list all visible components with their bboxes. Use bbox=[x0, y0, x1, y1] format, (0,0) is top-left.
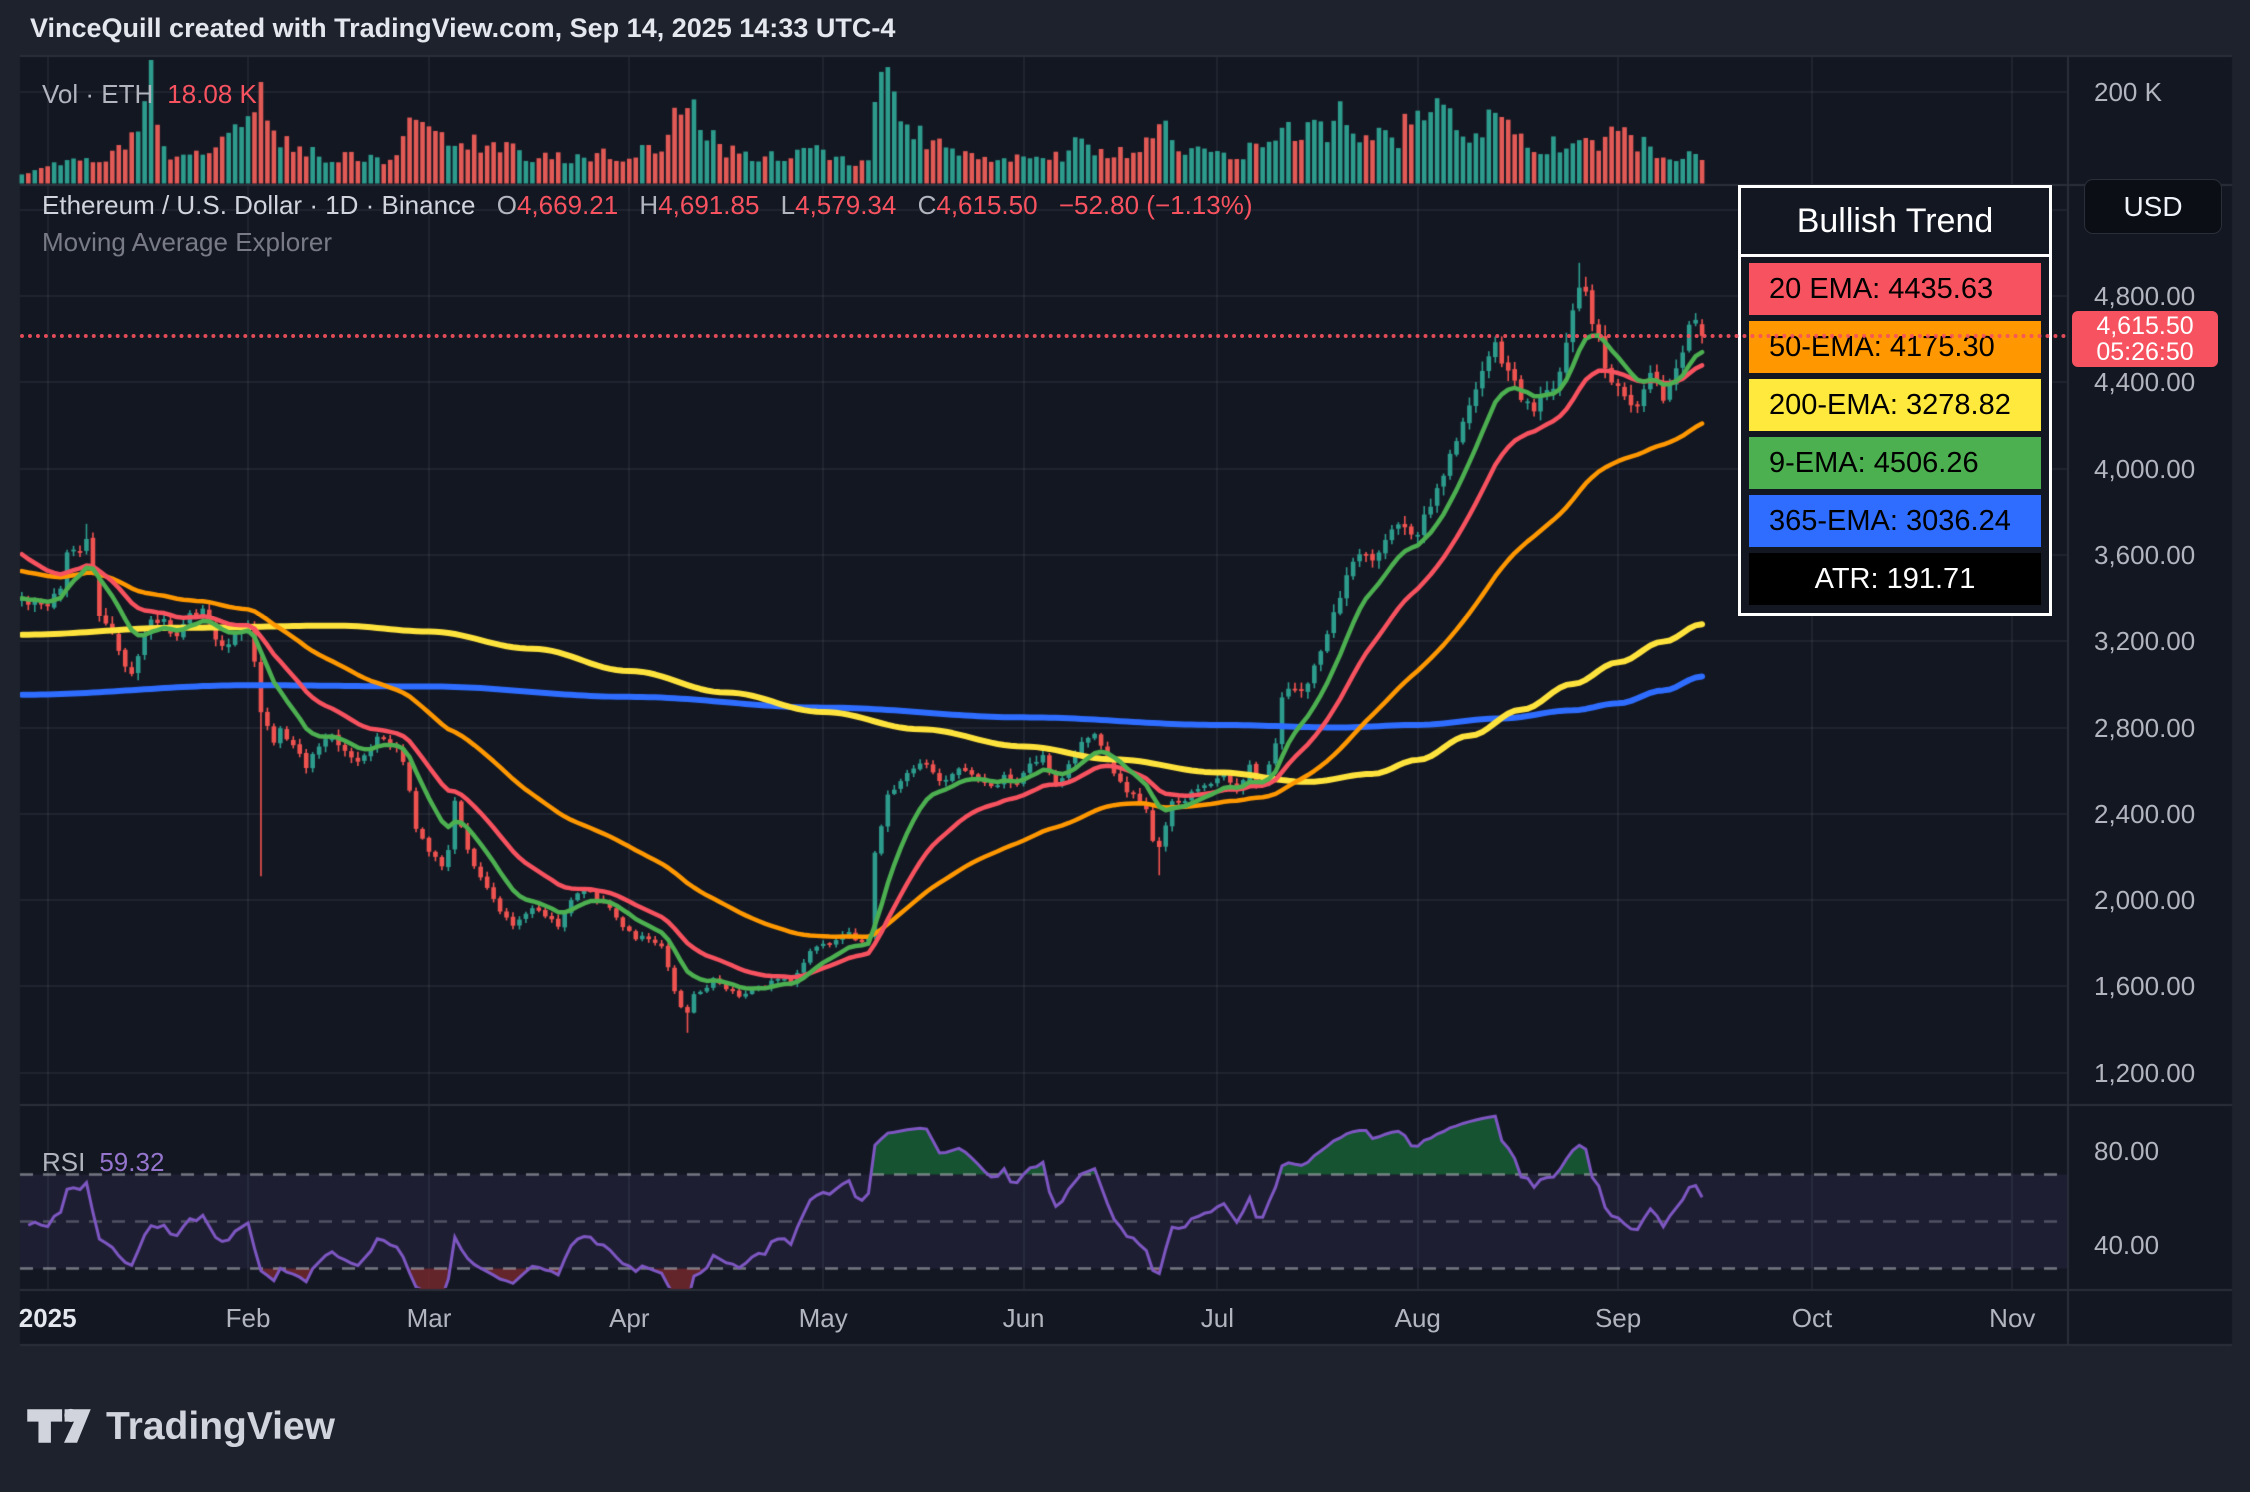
time-axis-month-label: Jul bbox=[1201, 1303, 1234, 1333]
price-axis-label: 1,600.00 bbox=[2094, 971, 2195, 1001]
time-axis-month-label: Sep bbox=[1595, 1303, 1641, 1333]
footer-bar bbox=[0, 1345, 2250, 1492]
time-axis-month-label: Apr bbox=[609, 1303, 649, 1333]
high-value: 4,691.85 bbox=[658, 190, 759, 220]
trend-legend-title: Bullish Trend bbox=[1741, 188, 2049, 257]
header-bar: VinceQuill created with TradingView.com,… bbox=[0, 0, 2250, 56]
rsi-axis-label: 40.00 bbox=[2094, 1230, 2159, 1260]
last-price-bubble: 4,615.50 05:26:50 bbox=[2072, 311, 2218, 367]
time-axis-year-label: 2025 bbox=[19, 1303, 77, 1333]
open-value: 4,669.21 bbox=[517, 190, 618, 220]
price-axis-label: 2,800.00 bbox=[2094, 713, 2195, 743]
change-value: −52.80 (−1.13%) bbox=[1059, 190, 1253, 220]
legend-row-ema20: 20 EMA: 4435.63 bbox=[1749, 263, 2041, 315]
last-price-value: 4,615.50 bbox=[2072, 313, 2218, 339]
price-axis-label: 4,000.00 bbox=[2094, 454, 2195, 484]
volume-axis-label: 200 K bbox=[2094, 77, 2162, 107]
legend-row-ema50: 50-EMA: 4175.30 bbox=[1749, 321, 2041, 373]
rsi-label: RSI bbox=[42, 1147, 85, 1177]
price-axis-label: 4,800.00 bbox=[2094, 281, 2195, 311]
legend-row-ema200: 200-EMA: 3278.82 bbox=[1749, 379, 2041, 431]
volume-value: 18.08 K bbox=[167, 79, 257, 109]
low-value: 4,579.34 bbox=[795, 190, 896, 220]
time-axis-month-label: Aug bbox=[1395, 1303, 1441, 1333]
legend-row-ema9: 9-EMA: 4506.26 bbox=[1749, 437, 2041, 489]
legend-row-ema365: 365-EMA: 3036.24 bbox=[1749, 495, 2041, 547]
time-axis-month-label: Jun bbox=[1003, 1303, 1045, 1333]
volume-legend[interactable]: Vol · ETH 18.08 K bbox=[42, 79, 257, 110]
time-axis-month-label: Mar bbox=[407, 1303, 452, 1333]
time-axis-month-label: Nov bbox=[1989, 1303, 2035, 1333]
price-axis-label: 3,200.00 bbox=[2094, 626, 2195, 656]
price-axis-label: 2,400.00 bbox=[2094, 799, 2195, 829]
indicator-label[interactable]: Moving Average Explorer bbox=[42, 227, 332, 258]
symbol-ohlc-row[interactable]: Ethereum / U.S. Dollar · 1D · Binance O4… bbox=[42, 190, 1253, 221]
high-label: H bbox=[639, 190, 658, 220]
open-label: O bbox=[497, 190, 517, 220]
close-label: C bbox=[918, 190, 937, 220]
price-axis-label: 1,200.00 bbox=[2094, 1058, 2195, 1088]
legend-row-atr: ATR: 191.71 bbox=[1749, 553, 2041, 605]
rsi-value: 59.32 bbox=[99, 1147, 164, 1177]
trend-legend-panel: Bullish Trend 20 EMA: 4435.63 50-EMA: 41… bbox=[1738, 185, 2052, 616]
price-axis-label: 3,600.00 bbox=[2094, 540, 2195, 570]
symbol-title[interactable]: Ethereum / U.S. Dollar · 1D · Binance bbox=[42, 190, 476, 220]
last-price-dotted-line bbox=[20, 334, 2068, 338]
bar-countdown: 05:26:50 bbox=[2072, 339, 2218, 365]
header-title: VinceQuill created with TradingView.com,… bbox=[30, 0, 895, 56]
rsi-legend[interactable]: RSI 59.32 bbox=[42, 1147, 164, 1178]
currency-button[interactable]: USD bbox=[2084, 179, 2222, 234]
price-axis-label: 2,000.00 bbox=[2094, 885, 2195, 915]
low-label: L bbox=[781, 190, 795, 220]
time-axis-month-label: May bbox=[799, 1303, 848, 1333]
time-axis-month-label: Oct bbox=[1792, 1303, 1832, 1333]
price-axis-label: 4,400.00 bbox=[2094, 367, 2195, 397]
volume-label: Vol · ETH bbox=[42, 79, 153, 109]
close-value: 4,615.50 bbox=[936, 190, 1037, 220]
rsi-axis-label: 80.00 bbox=[2094, 1136, 2159, 1166]
time-axis-month-label: Feb bbox=[226, 1303, 271, 1333]
tradingview-chart-screenshot: VinceQuill created with TradingView.com,… bbox=[0, 0, 2250, 1492]
